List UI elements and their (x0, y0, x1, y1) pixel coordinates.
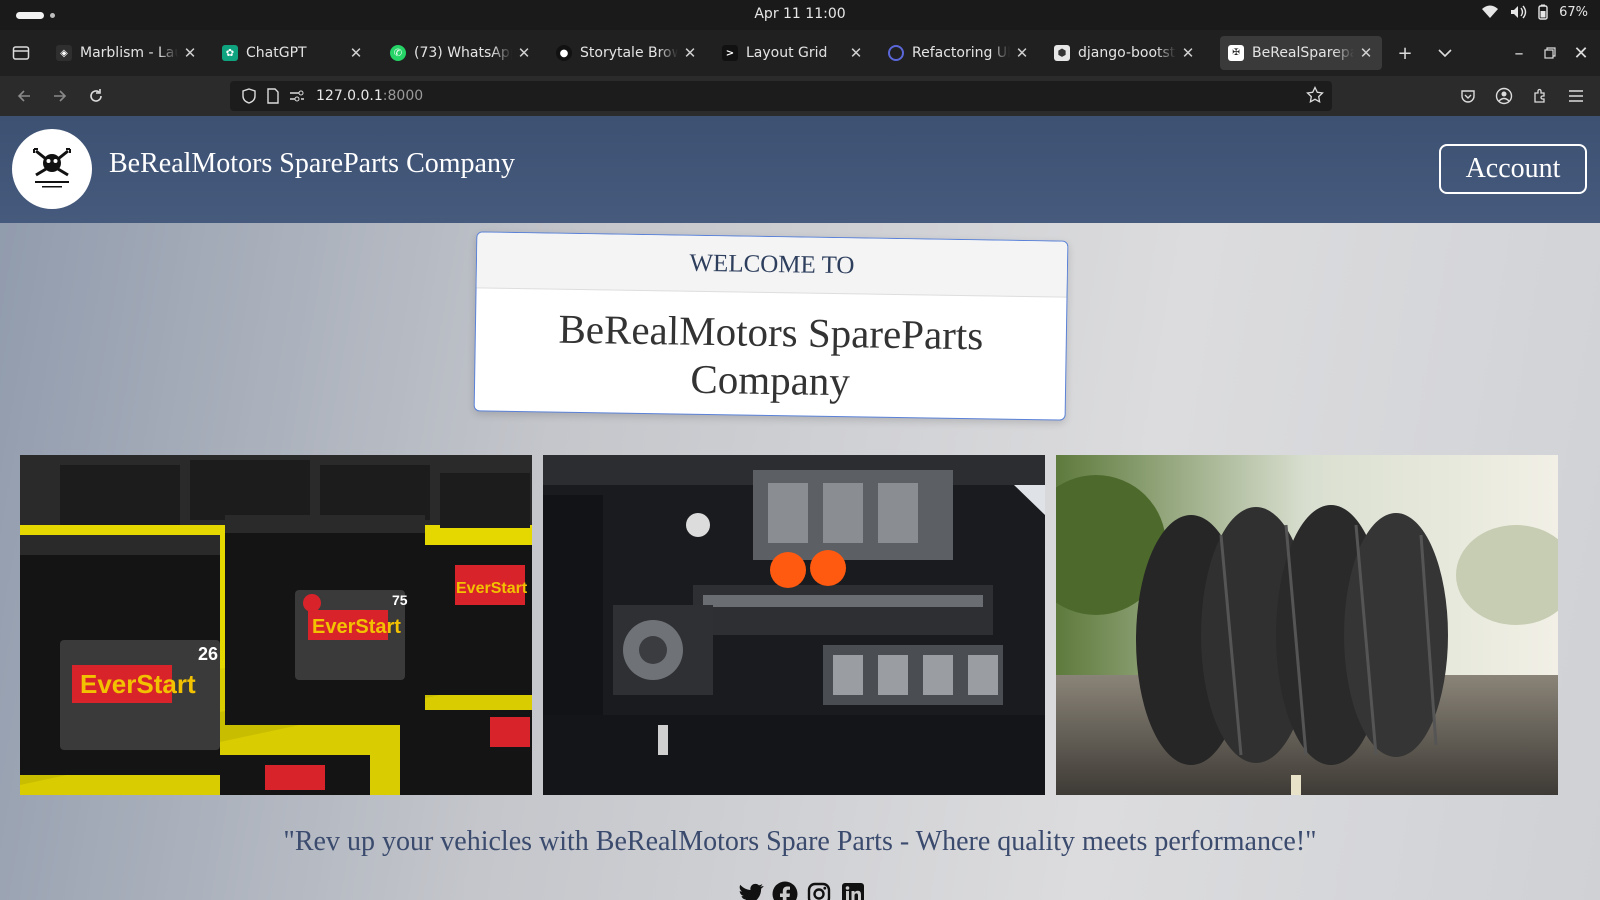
twitter-icon[interactable] (738, 881, 764, 900)
close-tab-icon[interactable]: ✕ (1180, 44, 1196, 62)
linkedin-icon[interactable] (840, 881, 866, 900)
refactoring-ui-icon (888, 45, 904, 61)
close-tab-icon[interactable]: ✕ (182, 44, 198, 62)
marblism-icon: ◈ (56, 45, 72, 61)
welcome-heading: WELCOME TO (476, 232, 1068, 298)
svg-text:EverStart: EverStart (456, 580, 528, 597)
account-icon[interactable] (1491, 83, 1517, 109)
volume-icon (1509, 4, 1527, 20)
tab-refactoring-ui[interactable]: Refactoring UI ✕ (880, 36, 1038, 70)
tab-overview-button[interactable] (8, 40, 34, 66)
close-tab-icon[interactable]: ✕ (516, 44, 532, 62)
whatsapp-icon: ✆ (390, 45, 406, 61)
site-header: BeRealMotors SpareParts Company Account (0, 116, 1600, 223)
browser-tab-bar: ◈ Marblism - Launch ✕ ✿ ChatGPT ✕ ✆ (73)… (0, 30, 1600, 76)
svg-text:26: 26 (198, 644, 218, 664)
close-tab-icon[interactable]: ✕ (1358, 44, 1374, 62)
close-tab-icon[interactable]: ✕ (848, 44, 864, 62)
svg-text:EverStart: EverStart (312, 616, 401, 638)
company-logo[interactable] (12, 129, 92, 209)
page-icon[interactable] (264, 87, 282, 105)
close-tab-icon[interactable]: ✕ (682, 44, 698, 62)
back-button[interactable] (11, 83, 37, 109)
account-button[interactable]: Account (1439, 144, 1587, 194)
brand-name[interactable]: BeRealMotors SpareParts Company (109, 148, 515, 180)
url-text[interactable]: 127.0.0.1:8000 (316, 88, 423, 104)
menu-icon[interactable] (1563, 83, 1589, 109)
batteries-photo: EverStart 26 EverStart 75 EverStart (20, 455, 532, 795)
engine-photo (543, 455, 1045, 795)
welcome-title: BeRealMotors SpareParts Company (558, 305, 984, 405)
social-links (738, 881, 866, 900)
django-bootstrap-icon: ⬢ (1054, 45, 1070, 61)
close-window-button[interactable]: ✕ (1568, 40, 1594, 66)
tab-storytale[interactable]: ● Storytale Browse ✕ (548, 36, 706, 70)
address-bar[interactable]: 127.0.0.1:8000 (230, 81, 1332, 111)
tab-berealspareparts[interactable]: ✠ BeRealSpareparts ✕ (1220, 36, 1382, 70)
welcome-card: WELCOME TO BeRealMotors SpareParts Compa… (473, 231, 1069, 421)
url-host: 127.0.0.1 (316, 88, 383, 104)
battery-percent: 67% (1559, 4, 1588, 20)
minimize-button[interactable]: – (1506, 40, 1532, 66)
web-page: BeRealMotors SpareParts Company Account … (0, 116, 1600, 900)
bookmark-star-icon[interactable] (1306, 85, 1324, 108)
chatgpt-icon: ✿ (222, 45, 238, 61)
company-motto: "Rev up your vehicles with BeRealMotors … (283, 826, 1317, 857)
tab-chatgpt[interactable]: ✿ ChatGPT ✕ (214, 36, 372, 70)
site-icon: ✠ (1228, 45, 1244, 61)
pocket-icon[interactable] (1455, 83, 1481, 109)
tab-marblism[interactable]: ◈ Marblism - Launch ✕ (48, 36, 206, 70)
restore-button[interactable] (1537, 40, 1563, 66)
tab-django-bootstrap[interactable]: ⬢ django-bootstrap ✕ (1046, 36, 1204, 70)
reload-button[interactable] (83, 83, 109, 109)
close-tab-icon[interactable]: ✕ (1014, 44, 1030, 62)
product-gallery: EverStart 26 EverStart 75 EverStart (20, 455, 1580, 795)
tab-layout-grid[interactable]: > Layout Grid ✕ (714, 36, 872, 70)
battery-icon (1537, 4, 1549, 20)
browser-nav-bar: 127.0.0.1:8000 (0, 76, 1600, 116)
permissions-icon[interactable] (288, 87, 306, 105)
tagline: "Driving Dreams, Delivering Quality" (474, 409, 1064, 421)
tab-whatsapp[interactable]: ✆ (73) WhatsApp ✕ (382, 36, 540, 70)
system-clock[interactable]: Apr 11 11:00 (0, 6, 1600, 22)
forward-button[interactable] (47, 83, 73, 109)
tab-list-chevron-icon[interactable] (1432, 40, 1458, 66)
shield-icon[interactable] (240, 87, 258, 105)
close-tab-icon[interactable]: ✕ (348, 44, 364, 62)
storytale-icon: ● (556, 45, 572, 61)
tires-photo (1056, 455, 1558, 795)
layout-grid-icon: > (722, 45, 738, 61)
instagram-icon[interactable] (806, 881, 832, 900)
svg-text:EverStart: EverStart (80, 669, 196, 699)
extensions-icon[interactable] (1527, 83, 1553, 109)
wifi-icon (1481, 4, 1499, 20)
url-port: :8000 (382, 88, 424, 104)
os-top-bar: Apr 11 11:00 67% (0, 0, 1600, 30)
svg-text:75: 75 (392, 592, 408, 608)
facebook-icon[interactable] (772, 881, 798, 900)
system-tray[interactable]: 67% (1481, 4, 1588, 20)
new-tab-button[interactable]: + (1392, 40, 1418, 66)
